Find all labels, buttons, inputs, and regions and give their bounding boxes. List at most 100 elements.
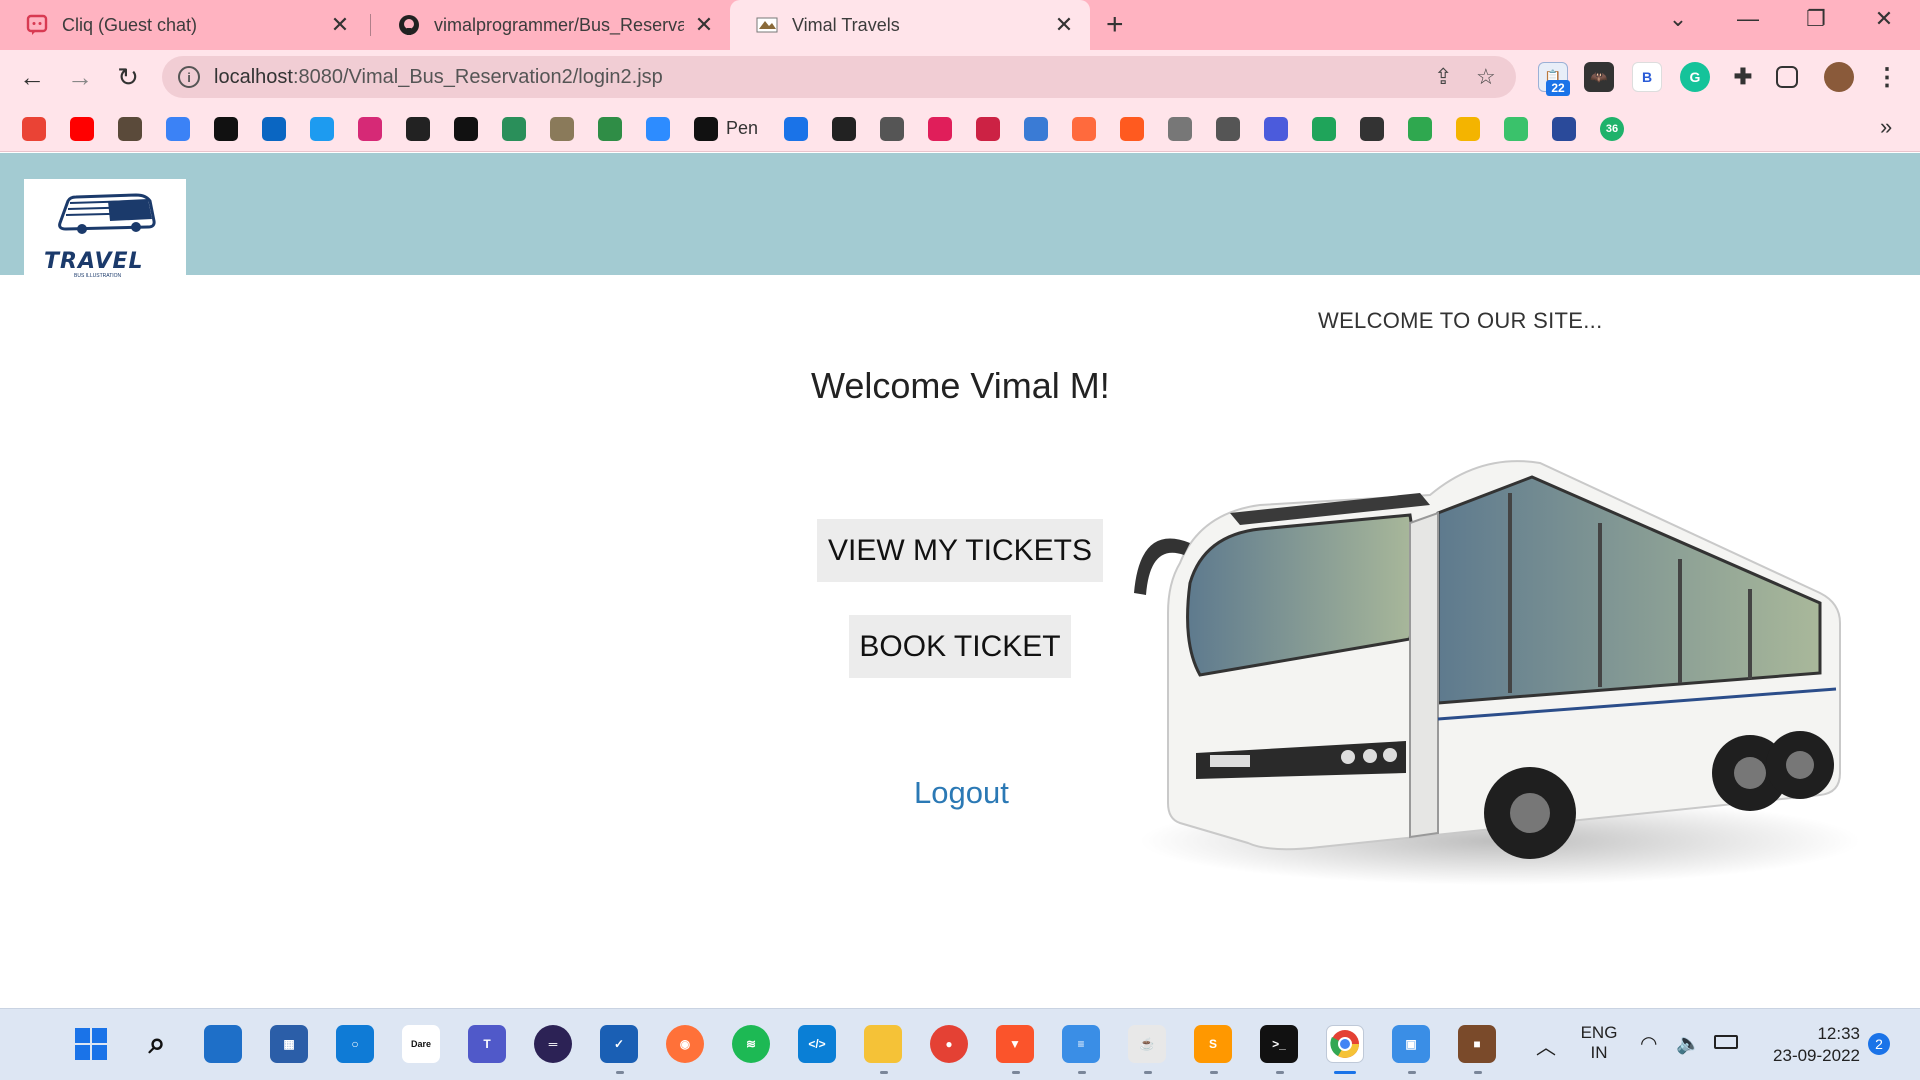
instagram-icon[interactable]	[358, 117, 382, 141]
map-icon[interactable]	[502, 117, 526, 141]
notification-badge[interactable]: 2	[1868, 1033, 1890, 1055]
tree-icon[interactable]	[1312, 117, 1336, 141]
chrome-icon[interactable]: ●	[930, 1025, 968, 1063]
new-tab-button[interactable]: +	[1106, 8, 1124, 42]
geeksforgeeks-icon[interactable]	[598, 117, 622, 141]
teams-icon[interactable]: T	[468, 1025, 506, 1063]
close-tab-icon[interactable]: ✕	[1054, 12, 1074, 38]
running-indicator	[1276, 1071, 1284, 1074]
view-my-tickets-button[interactable]: VIEW MY TICKETS	[817, 519, 1103, 582]
bookmarks-overflow-icon[interactable]: »	[1880, 114, 1892, 140]
clock[interactable]: 12:33 23-09-2022	[1762, 1023, 1860, 1067]
battery-icon[interactable]	[1714, 1035, 1738, 1049]
volume-icon[interactable]: 🔈	[1676, 1031, 1701, 1056]
youtube-icon[interactable]	[70, 117, 94, 141]
b-icon[interactable]	[1072, 117, 1096, 141]
globe-icon[interactable]	[832, 117, 856, 141]
language-indicator[interactable]: ENG IN	[1578, 1023, 1620, 1063]
bookmark-star-icon[interactable]: ☆	[1476, 64, 1496, 90]
codechef-icon[interactable]	[454, 117, 478, 141]
news-icon[interactable]	[1360, 117, 1384, 141]
back-button[interactable]: ←	[16, 62, 48, 93]
hackerrank-icon[interactable]	[214, 117, 238, 141]
menu-kebab-icon[interactable]: ⋮	[1872, 62, 1902, 92]
circle-icon[interactable]	[1264, 117, 1288, 141]
close-tab-icon[interactable]: ✕	[330, 12, 350, 38]
tab-github[interactable]: vimalprogrammer/Bus_Reservatio ✕	[372, 0, 730, 50]
cc-icon[interactable]	[118, 117, 142, 141]
web-page: TRAVEL BUS ILLUSTRATION WELCOME TO OUR S…	[0, 153, 1920, 1008]
book-ticket-button[interactable]: BOOK TICKET	[849, 615, 1071, 678]
zoom-icon[interactable]	[646, 117, 670, 141]
building-icon[interactable]	[1168, 117, 1192, 141]
task-view-icon[interactable]	[204, 1025, 242, 1063]
control-panel-icon[interactable]: ▣	[1392, 1025, 1430, 1063]
firefox-icon[interactable]: ◉	[666, 1025, 704, 1063]
puzzle-icon[interactable]	[1024, 117, 1048, 141]
unacademy-icon[interactable]	[1552, 117, 1576, 141]
clock-time: 12:33	[1817, 1024, 1860, 1043]
running-indicator	[1078, 1071, 1086, 1074]
sublime-text-icon[interactable]: S	[1194, 1025, 1232, 1063]
clock-date: 23-09-2022	[1773, 1046, 1860, 1065]
orange-icon[interactable]	[1120, 117, 1144, 141]
bus-favicon	[756, 14, 778, 36]
forward-button[interactable]: →	[64, 62, 96, 93]
trend-icon[interactable]	[1216, 117, 1240, 141]
microsoft-store-icon[interactable]: ▦	[270, 1025, 308, 1063]
profile-avatar[interactable]	[1824, 62, 1854, 92]
webflow-icon[interactable]	[784, 117, 808, 141]
welcome-text: Welcome Vimal M!	[811, 365, 1110, 406]
show-hidden-icons-chevron[interactable]: ︿	[1536, 1031, 1556, 1060]
logout-link[interactable]: Logout	[914, 775, 1009, 811]
tab-vimal-travels[interactable]: Vimal Travels ✕	[730, 0, 1090, 50]
codepen-icon[interactable]	[694, 117, 718, 141]
site-info-icon[interactable]: i	[178, 66, 200, 88]
gov-emblem-icon[interactable]	[550, 117, 574, 141]
terminal-icon[interactable]: >_	[1260, 1025, 1298, 1063]
count-icon[interactable]: 36	[1600, 117, 1624, 141]
gmail-icon[interactable]	[22, 117, 46, 141]
github-icon[interactable]	[406, 117, 430, 141]
address-bar[interactable]: i localhost:8080/Vimal_Bus_Reservation2/…	[162, 56, 1516, 98]
search-icon[interactable]: ⌕	[138, 1025, 176, 1063]
close-tab-icon[interactable]: ✕	[694, 12, 714, 38]
minimize-button[interactable]: —	[1728, 6, 1768, 32]
chrome-profile-icon[interactable]	[1326, 1025, 1364, 1063]
restore-button[interactable]: ❐	[1796, 6, 1836, 32]
minecraft-icon[interactable]: ■	[1458, 1025, 1496, 1063]
close-window-button[interactable]: ✕	[1864, 6, 1904, 32]
share-icon[interactable]: ⇪	[1434, 64, 1452, 90]
grammarly-extension-icon[interactable]: G	[1680, 62, 1710, 92]
wifi-icon[interactable]: ◠	[1640, 1031, 1657, 1056]
telegram-icon[interactable]	[880, 117, 904, 141]
chart-icon[interactable]	[166, 117, 190, 141]
notification-icon[interactable]	[976, 117, 1000, 141]
vscode-icon[interactable]: </>	[798, 1025, 836, 1063]
file-explorer-icon[interactable]	[864, 1025, 902, 1063]
asterisk-icon[interactable]	[1504, 117, 1528, 141]
dare2compete-icon[interactable]: Dare	[402, 1025, 440, 1063]
reload-button[interactable]: ↻	[112, 62, 144, 93]
b-extension-icon[interactable]: B	[1632, 62, 1662, 92]
cortana-icon[interactable]: ○	[336, 1025, 374, 1063]
brave-icon[interactable]: ▼	[996, 1025, 1034, 1063]
tab-search-icon[interactable]: ⌄	[1658, 6, 1698, 32]
kite-icon[interactable]	[1456, 117, 1480, 141]
side-panel-icon[interactable]	[1776, 66, 1798, 88]
linkedin-icon[interactable]	[262, 117, 286, 141]
leaf-icon[interactable]	[1408, 117, 1432, 141]
java-icon[interactable]: ☕	[1128, 1025, 1166, 1063]
eclipse-icon[interactable]: ═	[534, 1025, 572, 1063]
start-windows-icon[interactable]	[72, 1025, 110, 1063]
dark-mode-extension-icon[interactable]: 🦇	[1584, 62, 1614, 92]
extensions-puzzle-icon[interactable]: ✚	[1728, 62, 1758, 92]
whiteboard-icon[interactable]: ✓	[600, 1025, 638, 1063]
tab-cliq[interactable]: Cliq (Guest chat) ✕	[0, 0, 366, 50]
notepad-icon[interactable]: ≡	[1062, 1025, 1100, 1063]
bookmark-label[interactable]: Pen	[726, 118, 758, 139]
twitter-icon[interactable]	[310, 117, 334, 141]
slack-icon[interactable]	[928, 117, 952, 141]
spotify-icon[interactable]: ≋	[732, 1025, 770, 1063]
site-logo[interactable]: TRAVEL BUS ILLUSTRATION	[24, 179, 186, 279]
